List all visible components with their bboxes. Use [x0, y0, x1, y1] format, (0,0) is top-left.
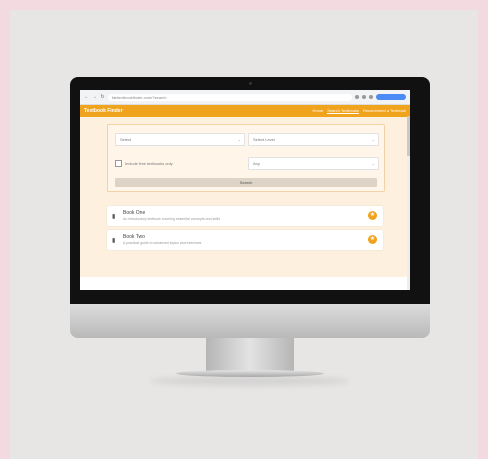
chevron-down-icon: ⌄ — [371, 137, 375, 142]
result-subtitle: An introductory textbook covering essent… — [123, 217, 221, 221]
main-content: Select ⌄ Select Level ⌄ Include free tex… — [80, 117, 410, 277]
result-title[interactable]: Book One — [123, 210, 145, 216]
level-select[interactable]: Select Level ⌄ — [248, 133, 379, 146]
monitor-chin — [70, 304, 430, 338]
result-item[interactable]: ▮ Book Two A practical guide to advanced… — [107, 230, 383, 250]
star-icon[interactable]: ★ — [368, 235, 377, 244]
scrollbar[interactable] — [407, 116, 410, 290]
forward-icon[interactable]: → — [92, 94, 97, 100]
book-icon: ▮ — [112, 238, 116, 244]
nav-search[interactable]: Search Textbooks — [327, 108, 359, 114]
chevron-down-icon: ⌄ — [237, 137, 241, 142]
nav-home[interactable]: Home — [313, 108, 324, 114]
menu-icon[interactable] — [369, 95, 373, 99]
nav-recommend[interactable]: Recommend a Textbook — [363, 108, 406, 114]
free-only-checkbox[interactable]: Include free textbooks only — [115, 160, 173, 167]
scrollbar-thumb[interactable] — [407, 116, 410, 156]
result-item[interactable]: ▮ Book One An introductory textbook cove… — [107, 206, 383, 226]
reload-icon[interactable]: ↻ — [100, 94, 105, 100]
extension-icon[interactable] — [355, 95, 359, 99]
camera-icon — [249, 82, 252, 85]
extension-icon[interactable] — [362, 95, 366, 99]
level-select-value: Select Level — [253, 137, 275, 142]
subject-select-value: Select — [120, 137, 132, 142]
screen: ← → ↻ fabtextbookfinder.com/?search Text… — [80, 90, 410, 290]
format-select-value: Any — [253, 161, 260, 166]
app-header: Textbook Finder Home Search Textbooks Re… — [80, 105, 410, 117]
monitor-shadow — [150, 376, 350, 386]
browser-toolbar: ← → ↻ fabtextbookfinder.com/?search — [80, 90, 410, 105]
address-bar[interactable]: fabtextbookfinder.com/?search — [108, 93, 352, 101]
app-brand[interactable]: Textbook Finder — [84, 108, 123, 114]
app-nav: Home Search Textbooks Recommend a Textbo… — [313, 108, 406, 114]
result-title[interactable]: Book Two — [123, 234, 145, 240]
profile-button[interactable] — [376, 94, 406, 100]
result-subtitle: A practical guide to advanced topics and… — [123, 241, 202, 245]
filter-panel: Select ⌄ Select Level ⌄ Include free tex… — [107, 124, 385, 192]
book-icon: ▮ — [112, 214, 116, 220]
chevron-down-icon: ⌄ — [371, 161, 375, 166]
format-select[interactable]: Any ⌄ — [248, 157, 379, 170]
back-icon[interactable]: ← — [84, 94, 89, 100]
checkbox-box[interactable] — [115, 160, 122, 167]
checkbox-label: Include free textbooks only — [125, 161, 173, 166]
search-button[interactable]: Search — [115, 178, 377, 187]
subject-select[interactable]: Select ⌄ — [115, 133, 245, 146]
star-icon[interactable]: ★ — [368, 211, 377, 220]
monitor-stand-base — [176, 370, 324, 377]
monitor-stand-neck — [206, 338, 294, 371]
